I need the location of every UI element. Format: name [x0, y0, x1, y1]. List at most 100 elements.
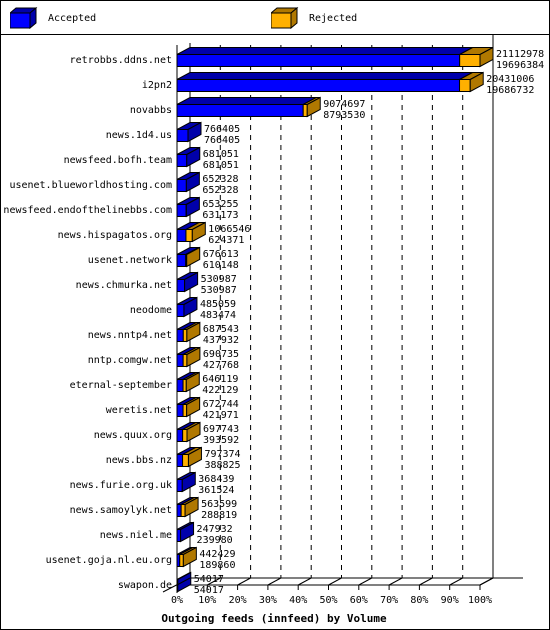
- category-label: news.samoylyk.net: [70, 505, 172, 516]
- bar-accepted: [176, 504, 182, 517]
- bar-accepted: [176, 229, 187, 242]
- bar-group: [176, 446, 202, 468]
- x-tick-depth: [388, 577, 403, 586]
- bar-accepted: [176, 304, 185, 317]
- value-label-total: 563599: [201, 499, 237, 510]
- category-label: neodome: [130, 305, 172, 316]
- x-tick-label: 80%: [410, 595, 428, 606]
- x-tick-label: 0%: [171, 595, 183, 606]
- value-label-accepted: 19686732: [486, 85, 534, 96]
- x-axis-title: Outgoing feeds (innfeed) by Volume: [161, 612, 387, 625]
- bar-group: [176, 121, 202, 143]
- category-label: news.nntp4.net: [88, 330, 172, 341]
- value-label-total: 652328: [202, 174, 238, 185]
- category-label: news.1d4.us: [106, 130, 172, 141]
- bar-group: [176, 421, 201, 443]
- x-tick-depth: [297, 577, 312, 586]
- bar-rejected: [302, 104, 308, 117]
- bar-group: [176, 71, 484, 93]
- value-label-total: 766405: [204, 124, 240, 135]
- bar-group: [176, 246, 201, 268]
- value-label-total: 9074697: [323, 99, 365, 110]
- category-label: nntp.comgw.net: [88, 355, 172, 366]
- value-label-accepted: 393592: [203, 435, 239, 446]
- value-label-accepted: 483474: [200, 310, 236, 321]
- category-label: i2pn2: [142, 80, 172, 91]
- value-label-total: 646119: [202, 374, 238, 385]
- bar-rejected: [182, 354, 188, 367]
- x-tick-depth: [449, 577, 463, 586]
- x-tick-depth: [267, 577, 282, 586]
- bar-accepted: [176, 279, 186, 292]
- value-label-total: 20431006: [486, 74, 534, 85]
- value-label-accepted: 422129: [202, 385, 238, 396]
- bar-accepted-top: [176, 97, 317, 105]
- value-label-total: 797374: [204, 449, 240, 460]
- category-label: newsfeed.endofthelinebbs.com: [3, 205, 172, 216]
- value-label-accepted: 610148: [203, 260, 239, 271]
- bar-rejected: [180, 504, 186, 517]
- category-label: weretis.net: [106, 405, 172, 416]
- category-labels: retrobbs.ddns.net i2pn2 novabbs news.1d4.us…: [3, 55, 172, 591]
- bar-accepted-top: [176, 72, 473, 80]
- bar-group: [176, 571, 192, 593]
- x-tick-label: 60%: [350, 595, 368, 606]
- bar-group: [176, 271, 199, 293]
- bar-accepted: [176, 454, 184, 467]
- bar-group: [176, 521, 195, 543]
- value-label-total: 1066546: [208, 224, 250, 235]
- value-label-accepted: 239980: [197, 535, 233, 546]
- x-tick-depth: [328, 577, 342, 586]
- value-label-total: 442429: [199, 549, 235, 560]
- bar-accepted: [176, 154, 188, 167]
- value-label-accepted: 421971: [203, 410, 239, 421]
- x-tick-depth: [358, 577, 373, 586]
- value-label-accepted: 19696384: [496, 60, 544, 71]
- bar-accepted: [176, 379, 184, 392]
- value-label-accepted: 624371: [208, 235, 244, 246]
- bar-accepted: [176, 129, 189, 142]
- value-label-accepted: 8793530: [323, 110, 365, 121]
- category-label: retrobbs.ddns.net: [70, 55, 172, 66]
- bar-group: [176, 496, 199, 518]
- bar-accepted: [176, 429, 184, 442]
- bar-group: [176, 96, 321, 118]
- value-label-total: 687543: [203, 324, 239, 335]
- x-tick-label: 50%: [319, 595, 337, 606]
- value-label-total: 681051: [203, 149, 239, 160]
- value-label-total: 676613: [203, 249, 239, 260]
- bar-accepted: [176, 179, 187, 192]
- value-label-total: 690735: [203, 349, 239, 360]
- bar-rejected: [182, 404, 188, 417]
- bar-rejected: [459, 54, 481, 67]
- bar-accepted: [176, 329, 184, 342]
- value-label-total: 530987: [201, 274, 237, 285]
- x-tick-label: 40%: [289, 595, 307, 606]
- bar-rejected: [179, 554, 184, 567]
- value-label-total: 672744: [203, 399, 239, 410]
- category-label: news.furie.org.uk: [70, 480, 172, 491]
- value-label-accepted: 189860: [199, 560, 235, 571]
- bar-group: [176, 146, 201, 168]
- x-tick-label: 90%: [441, 595, 459, 606]
- bar-accepted: [176, 104, 304, 117]
- value-label-total: 368439: [198, 474, 234, 485]
- category-label: news.quux.org: [94, 430, 172, 441]
- bar-group: [176, 46, 494, 68]
- bar-group: [176, 546, 197, 568]
- category-label: news.bbs.nz: [106, 455, 172, 466]
- value-label-total: 485059: [200, 299, 236, 310]
- value-label-accepted: 530987: [201, 285, 237, 296]
- x-tick-label: 10%: [198, 595, 216, 606]
- bar-accepted: [176, 404, 184, 417]
- bar-accepted: [176, 254, 187, 267]
- value-label-total: 697743: [203, 424, 239, 435]
- bar-chart: retrobbs.ddns.net i2pn2 novabbs news.1d4.us…: [3, 35, 544, 625]
- bar-rejected: [185, 229, 193, 242]
- value-label-total: 653255: [202, 199, 238, 210]
- bar-group: [176, 471, 196, 493]
- value-label-accepted: 288819: [201, 510, 237, 521]
- bar-accepted: [176, 354, 184, 367]
- bar-accepted: [176, 79, 461, 92]
- bar-group: [176, 296, 198, 318]
